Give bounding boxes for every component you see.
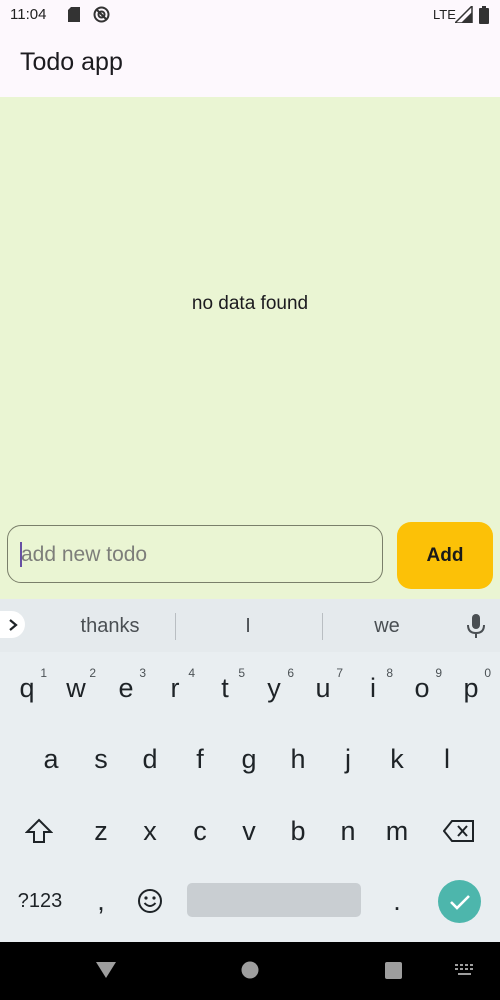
key-t[interactable]: t5	[202, 662, 248, 714]
signal-icon	[455, 6, 473, 23]
new-todo-input[interactable]: add new todo	[7, 525, 383, 583]
key-x[interactable]: x	[127, 805, 173, 857]
period-key[interactable]: .	[374, 875, 420, 927]
key-b[interactable]: b	[275, 805, 321, 857]
mic-icon[interactable]	[466, 613, 486, 639]
text-caret	[20, 542, 22, 567]
recents-icon[interactable]	[385, 962, 402, 979]
suggestion-divider	[175, 613, 176, 640]
todo-list-area: no data found add new todo Add	[0, 97, 500, 599]
status-time: 11:04	[10, 6, 47, 23]
key-z[interactable]: z	[78, 805, 124, 857]
suggestion-divider	[322, 613, 323, 640]
enter-key[interactable]	[438, 880, 481, 923]
vpn-icon	[93, 6, 110, 23]
key-j[interactable]: j	[325, 733, 371, 785]
key-g[interactable]: g	[226, 733, 272, 785]
backspace-key[interactable]	[436, 805, 482, 857]
key-v[interactable]: v	[226, 805, 272, 857]
key-p[interactable]: p0	[448, 662, 494, 714]
emoji-key[interactable]	[127, 875, 173, 927]
key-h[interactable]: h	[275, 733, 321, 785]
back-icon[interactable]	[95, 961, 117, 979]
soft-keyboard: thanks I we q1 w2 e3 r4 t5 y6 u7 i8 o9 p…	[0, 599, 500, 942]
backspace-icon	[443, 820, 474, 842]
key-u[interactable]: u7	[300, 662, 346, 714]
key-i[interactable]: i8	[350, 662, 396, 714]
sd-card-icon	[68, 7, 80, 22]
home-icon[interactable]	[241, 961, 259, 979]
navigation-bar	[0, 942, 500, 1000]
status-bar: 11:04 LTE	[0, 0, 500, 30]
shift-key[interactable]	[16, 805, 62, 857]
key-f[interactable]: f	[177, 733, 223, 785]
key-y[interactable]: y6	[251, 662, 297, 714]
chevron-right-icon	[8, 618, 18, 631]
key-l[interactable]: l	[424, 733, 470, 785]
key-s[interactable]: s	[78, 733, 124, 785]
battery-icon	[479, 6, 489, 24]
key-o[interactable]: o9	[399, 662, 445, 714]
key-d[interactable]: d	[127, 733, 173, 785]
key-n[interactable]: n	[325, 805, 371, 857]
empty-state-text: no data found	[191, 293, 309, 314]
emoji-icon	[138, 889, 162, 913]
suggestion-1[interactable]: thanks	[60, 615, 160, 638]
space-key[interactable]	[187, 883, 361, 917]
app-bar: Todo app	[0, 30, 500, 97]
comma-key[interactable]: ,	[78, 875, 124, 927]
expand-suggestions-button[interactable]	[0, 611, 25, 638]
key-q[interactable]: q1	[4, 662, 50, 714]
page-title: Todo app	[20, 48, 123, 76]
key-e[interactable]: e3	[103, 662, 149, 714]
suggestion-2[interactable]: I	[198, 615, 298, 638]
check-icon	[449, 894, 470, 910]
key-w[interactable]: w2	[53, 662, 99, 714]
add-button[interactable]: Add	[397, 522, 493, 589]
symbols-key[interactable]: ?123	[10, 875, 70, 927]
new-todo-placeholder: add new todo	[21, 543, 148, 566]
network-type: LTE	[433, 7, 456, 22]
key-r[interactable]: r4	[152, 662, 198, 714]
shift-icon	[25, 818, 53, 843]
key-a[interactable]: a	[28, 733, 74, 785]
suggestion-3[interactable]: we	[337, 615, 437, 638]
suggestion-bar: thanks I we	[0, 599, 500, 652]
keyboard-switch-icon[interactable]	[455, 964, 475, 978]
key-m[interactable]: m	[374, 805, 420, 857]
key-k[interactable]: k	[374, 733, 420, 785]
key-c[interactable]: c	[177, 805, 223, 857]
